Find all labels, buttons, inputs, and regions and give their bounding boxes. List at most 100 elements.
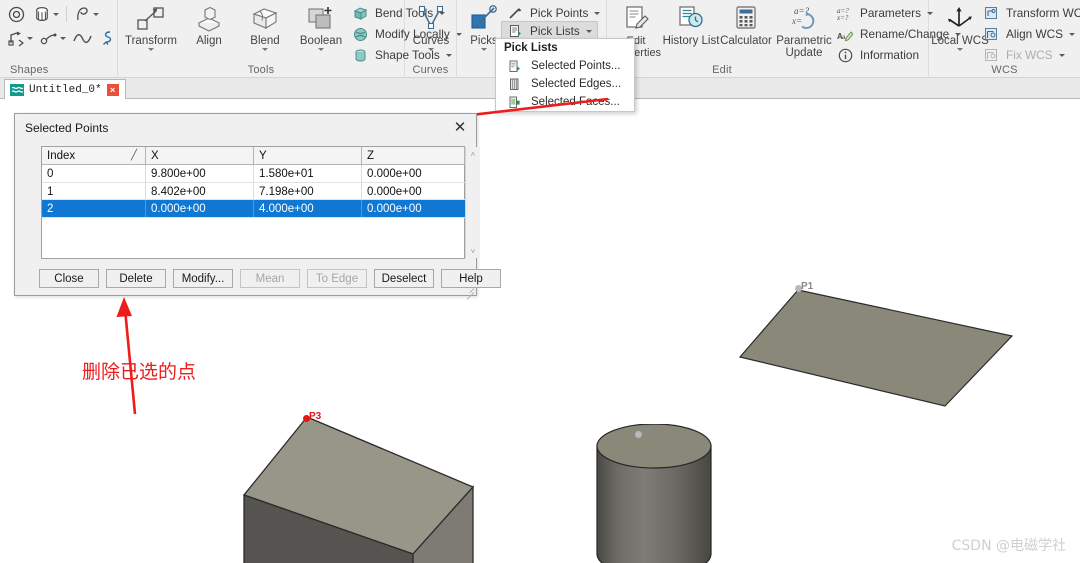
modify-locally-icon <box>350 24 370 44</box>
helix-shape-icon[interactable] <box>98 28 118 48</box>
boolean-label: Boolean <box>299 35 343 47</box>
ribbon-group-label-tools: Tools <box>247 64 275 76</box>
cylinder-object[interactable] <box>590 424 730 563</box>
align-wcs-item[interactable]: Align WCS <box>981 24 1077 44</box>
table-row-selected[interactable]: 2 0.000e+00 4.000e+00 0.000e+00 <box>42 200 465 218</box>
selected-points-icon <box>504 56 524 76</box>
menu-item-selected-points[interactable]: Selected Points... <box>496 57 634 75</box>
calculator-label: Calculator <box>720 35 772 47</box>
parametric-update-button[interactable]: a=? x= Parametric Update <box>775 2 833 60</box>
ribbon-group-label-curves: Curves <box>412 64 449 76</box>
scroll-down-icon[interactable]: ˅ <box>466 244 481 258</box>
edit-properties-icon <box>621 2 651 32</box>
torus-shape-icon[interactable] <box>6 4 26 24</box>
ribbon-group-edit: Edit Properties History List Calculator … <box>607 0 962 78</box>
revolve-shape-icon[interactable] <box>39 28 59 48</box>
menu-item-selected-edges[interactable]: Selected Edges... <box>496 75 634 93</box>
align-wcs-icon <box>981 24 1001 44</box>
points-table[interactable]: Index ╱ X Y Z 0 9.800e+00 1.580e+01 0.00… <box>41 146 480 259</box>
ribbon-group-tools: Transform Align Blend Boolean Bend Tools… <box>118 0 462 78</box>
align-icon <box>193 2 225 32</box>
document-icon <box>10 83 24 96</box>
revolve-dropdown-caret-icon[interactable] <box>59 29 68 47</box>
ribbon-group-label-shapes: Shapes <box>10 64 49 76</box>
shape-tools-icon <box>350 45 370 65</box>
pick-points-label: Pick Points <box>530 6 589 20</box>
table-vertical-scrollbar[interactable]: ˄ ˅ <box>465 147 480 258</box>
cell-z: 0.000e+00 <box>367 168 422 180</box>
column-header-z[interactable]: Z <box>362 147 465 164</box>
plane-object[interactable] <box>730 274 1030 424</box>
table-row[interactable]: 0 9.800e+00 1.580e+01 0.000e+00 <box>42 165 465 183</box>
shapes-divider <box>66 6 67 22</box>
application-window: Shapes Transform Align Blend Boolean Ben… <box>0 0 1080 563</box>
dialog-button-bar: Close Delete Modify... Mean To Edge Dese… <box>39 269 501 288</box>
ribbon-group-label-edit: Edit <box>712 64 732 76</box>
box-object[interactable] <box>235 409 495 563</box>
boolean-caret-icon[interactable] <box>318 48 324 51</box>
cylinder-shape-icon[interactable] <box>32 4 52 24</box>
modify-button[interactable]: Modify... <box>173 269 233 288</box>
blend-button[interactable]: Blend <box>236 2 294 60</box>
point-label-p3: P3 <box>309 411 322 422</box>
parameters-icon: a=? x=? <box>835 3 855 23</box>
align-wcs-label: Align WCS <box>1006 27 1064 41</box>
transform-button[interactable]: Transform <box>122 2 180 60</box>
points-table-grid: Index ╱ X Y Z 0 9.800e+00 1.580e+01 0.00… <box>42 147 465 258</box>
sweep-dropdown-caret-icon[interactable] <box>26 29 35 47</box>
boolean-button[interactable]: Boolean <box>292 2 350 60</box>
ribbon-group-shapes: Shapes <box>0 0 118 78</box>
cylinder-dropdown-caret-icon[interactable] <box>52 5 61 23</box>
column-header-x[interactable]: X <box>146 147 254 164</box>
table-header-row: Index ╱ X Y Z <box>42 147 465 165</box>
local-wcs-caret-icon[interactable] <box>957 48 963 51</box>
align-label: Align <box>196 35 222 47</box>
annotation-note: 删除已选的点 <box>82 361 197 383</box>
spline-shape-icon[interactable] <box>72 28 92 48</box>
blend-caret-icon[interactable] <box>262 48 268 51</box>
transform-wcs-label: Transform WCS <box>1006 6 1080 20</box>
dialog-resize-handle[interactable] <box>462 282 475 300</box>
cell-z: 0.000e+00 <box>367 203 422 215</box>
align-button[interactable]: Align <box>180 2 238 60</box>
cell-y: 7.198e+00 <box>254 182 362 199</box>
sort-indicator-icon[interactable]: ╱ <box>131 148 137 164</box>
sweep-shape-icon[interactable] <box>6 28 26 48</box>
transform-caret-icon[interactable] <box>148 48 154 51</box>
delete-button[interactable]: Delete <box>106 269 166 288</box>
sketch-dropdown-caret-icon[interactable] <box>92 5 101 23</box>
calculator-button[interactable]: Calculator <box>717 2 775 60</box>
scroll-up-icon[interactable]: ˄ <box>466 147 481 161</box>
cell-index: 0 <box>42 165 146 182</box>
transform-wcs-item[interactable]: Transform WCS <box>981 3 1080 23</box>
close-button[interactable]: Close <box>39 269 99 288</box>
selected-points-dialog[interactable]: Selected Points ✕ Index ╱ X Y Z 0 9.800e… <box>14 113 501 300</box>
parameters-item[interactable]: a=? x=? Parameters <box>835 3 935 23</box>
document-tab-label: Untitled_0* <box>29 83 102 96</box>
curves-caret-icon[interactable] <box>428 48 434 51</box>
column-header-y[interactable]: Y <box>254 147 362 164</box>
curves-button[interactable]: Curves <box>402 2 460 60</box>
deselect-button[interactable]: Deselect <box>374 269 434 288</box>
table-row[interactable]: 1 8.402e+00 7.198e+00 0.000e+00 <box>42 182 465 200</box>
mean-button: Mean <box>240 269 300 288</box>
cell-z: 0.000e+00 <box>367 185 422 198</box>
curves-label: Curves <box>412 35 450 47</box>
picks-icon <box>468 2 500 32</box>
cell-index: 2 <box>42 200 146 217</box>
sketch-shape-icon[interactable] <box>72 4 92 24</box>
pick-points-item[interactable]: Pick Points <box>505 3 602 23</box>
history-list-icon <box>676 2 706 32</box>
dialog-close-icon[interactable]: ✕ <box>450 118 470 136</box>
picks-caret-icon[interactable] <box>481 48 487 51</box>
align-wcs-caret-icon[interactable] <box>1068 25 1077 43</box>
document-tab[interactable]: Untitled_0* × <box>4 79 126 99</box>
blend-icon <box>250 2 280 32</box>
close-icon[interactable]: × <box>106 83 119 96</box>
pick-points-caret-icon[interactable] <box>593 4 602 22</box>
information-icon <box>835 45 855 65</box>
cell-x: 8.402e+00 <box>146 182 254 199</box>
column-header-index[interactable]: Index ╱ <box>42 147 146 164</box>
information-item[interactable]: Information <box>835 45 919 65</box>
history-list-button[interactable]: History List <box>662 2 720 60</box>
